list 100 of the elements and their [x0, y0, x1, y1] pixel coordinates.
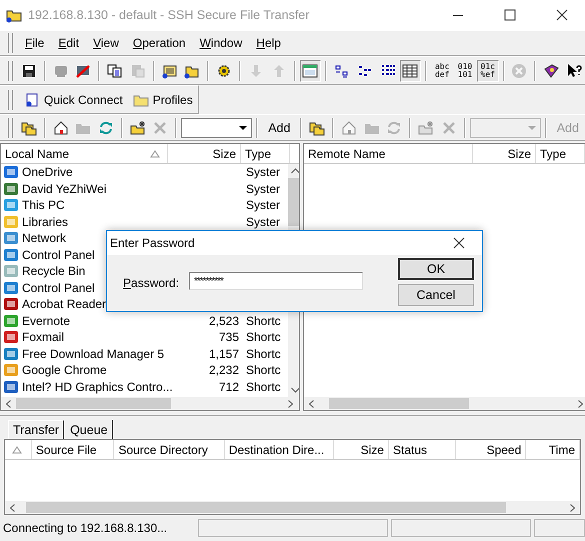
- status-panel: [534, 519, 585, 537]
- file-size: 712: [218, 380, 239, 394]
- column-header[interactable]: Type: [536, 144, 585, 163]
- file-icon: [3, 378, 19, 395]
- file-icon: [3, 230, 19, 246]
- file-icon: [3, 180, 19, 197]
- file-type: Shortc: [246, 380, 281, 394]
- path-dropdown[interactable]: [181, 118, 252, 138]
- column-header[interactable]: Size: [473, 144, 536, 163]
- file-type: Syster: [246, 214, 280, 229]
- tab[interactable]: Transfer: [8, 420, 64, 439]
- close-icon: [451, 235, 467, 251]
- scroll-up-icon[interactable]: [290, 168, 299, 174]
- scroll-thumb[interactable]: [288, 178, 299, 226]
- horizontal-scrollbar[interactable]: [304, 397, 585, 410]
- password-field[interactable]: **********: [189, 272, 363, 290]
- delete-icon: [440, 120, 457, 136]
- ok-button[interactable]: OK: [398, 258, 474, 280]
- pointer-help-icon: [566, 62, 582, 78]
- file-name: Control Panel: [22, 248, 95, 262]
- file-name: This PC: [22, 198, 65, 212]
- cancel-button[interactable]: Cancel: [398, 284, 474, 306]
- connect-icon: [24, 92, 40, 108]
- quick-connect-button[interactable]: Quick Connect: [21, 90, 126, 110]
- scroll-left-icon[interactable]: [10, 504, 15, 512]
- delete-icon: [152, 120, 168, 136]
- file-type: Syster: [246, 198, 280, 212]
- file-size: 735: [218, 330, 239, 344]
- paste-icon: [130, 62, 146, 78]
- close-icon: [554, 7, 570, 23]
- add-button[interactable]: Add: [262, 120, 296, 134]
- file-type: Shortc: [246, 330, 281, 344]
- file-type: Shortc: [246, 346, 281, 361]
- scroll-down-icon[interactable]: [290, 387, 299, 393]
- home-icon: [52, 120, 69, 136]
- menu-item[interactable]: Window: [194, 34, 248, 52]
- menu-item[interactable]: Help: [250, 34, 287, 52]
- column-header[interactable]: Status: [388, 440, 456, 459]
- refresh-icon: [386, 120, 402, 136]
- file-name: Acrobat Reader: [22, 297, 106, 312]
- folder-up-icon: [309, 120, 326, 136]
- column-header[interactable]: Remote Name: [304, 144, 473, 163]
- file-size: 2,232: [208, 363, 239, 378]
- column-header[interactable]: Time: [526, 440, 580, 459]
- file-icon: [3, 214, 19, 230]
- toolbar-button[interactable]: 01c %ef: [476, 60, 499, 82]
- file-type: Syster: [246, 165, 280, 180]
- menu-item[interactable]: File: [19, 34, 50, 52]
- column-header[interactable]: Local Name: [5, 146, 70, 160]
- profiles-button[interactable]: Profiles: [130, 90, 196, 110]
- toolbar-button[interactable]: 010 101: [454, 60, 476, 82]
- details-view-icon: [402, 62, 418, 78]
- column-header[interactable]: Destination Dire...: [224, 440, 334, 459]
- minimize-icon[interactable]: [453, 14, 463, 16]
- horizontal-scrollbar[interactable]: [1, 397, 299, 410]
- column-header[interactable]: Source File: [32, 440, 114, 459]
- status-text: Connecting to 192.168.8.130...: [2, 521, 168, 535]
- toolbar-button[interactable]: [400, 60, 422, 82]
- large-icons-icon: [334, 62, 350, 78]
- scroll-right-icon[interactable]: [578, 400, 583, 408]
- new-folder-icon: [418, 120, 434, 136]
- column-header[interactable]: Size: [334, 440, 389, 459]
- column-header[interactable]: Type: [241, 144, 290, 163]
- menu-item[interactable]: Edit: [52, 34, 86, 52]
- field-label: Password:: [123, 276, 180, 292]
- file-icon: [3, 346, 19, 362]
- file-name: Evernote: [22, 314, 70, 328]
- file-size: 1,157: [208, 346, 239, 361]
- column-header[interactable]: Source Directory: [114, 440, 225, 459]
- toolbar-button[interactable]: abc def: [431, 60, 454, 82]
- scroll-thumb[interactable]: [16, 398, 171, 409]
- file-name: Libraries: [22, 214, 68, 229]
- file-icon: [3, 197, 19, 214]
- file-name: Recycle Bin: [22, 264, 86, 278]
- scroll-thumb[interactable]: [26, 502, 506, 513]
- new-folder-icon: [130, 120, 146, 136]
- file-icon: [3, 263, 19, 280]
- file-icon: [3, 296, 19, 312]
- file-size: 2,523: [208, 314, 239, 328]
- column-header[interactable]: Speed: [456, 440, 526, 459]
- stop-icon: [511, 62, 528, 78]
- horizontal-scrollbar[interactable]: [5, 501, 580, 514]
- window-icon: [162, 62, 178, 78]
- scroll-right-icon[interactable]: [570, 504, 575, 512]
- file-icon: [3, 329, 19, 346]
- file-icon: [3, 312, 19, 329]
- scroll-right-icon[interactable]: [288, 400, 293, 408]
- file-icon: [3, 280, 19, 296]
- scroll-left-icon[interactable]: [6, 400, 11, 408]
- scroll-left-icon[interactable]: [309, 400, 314, 408]
- dropdown-arrow-icon: [528, 126, 536, 130]
- file-name: Intel? HD Graphics Contro...: [22, 380, 173, 394]
- file-icon: [3, 246, 19, 263]
- menu-item[interactable]: Operation: [126, 34, 192, 52]
- column-header[interactable]: Size: [168, 144, 241, 163]
- file-name: Foxmail: [22, 330, 64, 344]
- scroll-thumb[interactable]: [329, 398, 469, 409]
- menu-item[interactable]: View: [87, 34, 125, 52]
- toolbar-button[interactable]: [300, 60, 322, 82]
- file-name: David YeZhiWei: [22, 182, 106, 196]
